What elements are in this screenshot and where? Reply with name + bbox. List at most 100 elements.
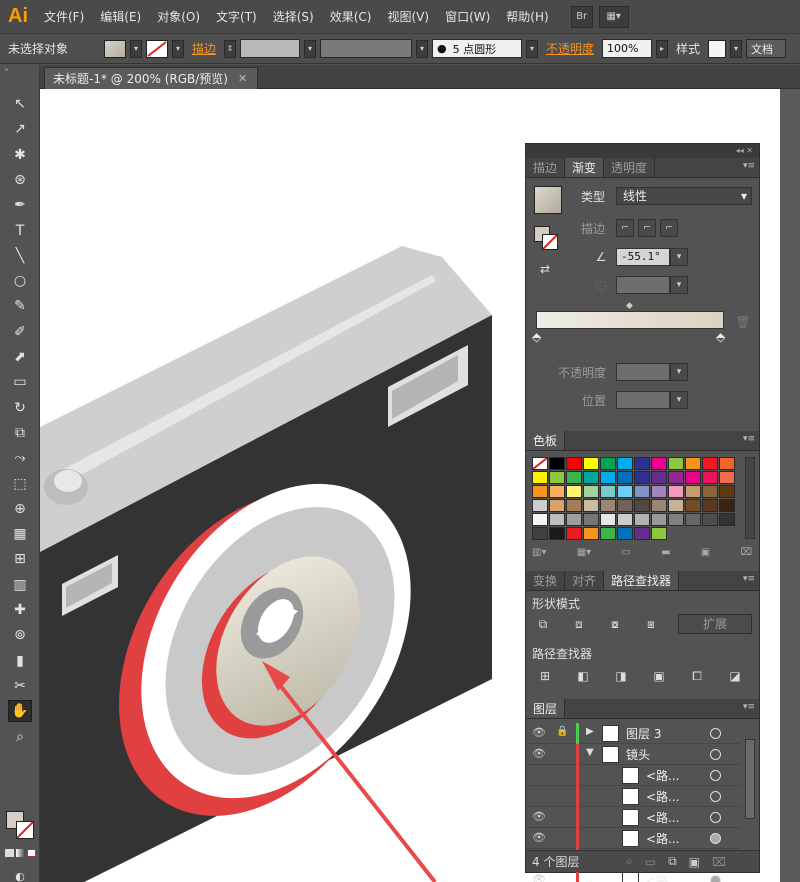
fill-swatch[interactable]	[104, 39, 126, 58]
none-mode-icon[interactable]	[27, 849, 36, 857]
canvas-vertical-scrollbar[interactable]	[780, 89, 800, 882]
unite-icon[interactable]: ⧉	[534, 615, 552, 633]
swatch-chip[interactable]	[668, 513, 684, 526]
selection-tool-icon[interactable]: ↖	[8, 93, 32, 115]
swatch-chip[interactable]	[719, 457, 735, 470]
stop-opacity-dropdown[interactable]: ▾	[670, 363, 688, 381]
swatch-chip[interactable]	[685, 513, 701, 526]
blob-brush-icon[interactable]: ⬈	[8, 346, 32, 368]
swatch-chip[interactable]	[651, 457, 667, 470]
target-icon[interactable]	[710, 875, 721, 882]
new-sublayer-icon[interactable]: ⧉	[668, 854, 677, 869]
layer-row[interactable]: <路...	[526, 786, 740, 807]
style-swatch[interactable]	[708, 39, 727, 58]
tab-transform[interactable]: 变换	[526, 571, 566, 590]
tab-layers[interactable]: 图层	[526, 699, 566, 718]
stroke-gradient-across-button[interactable]: ⌐	[660, 219, 678, 237]
swatch-chip[interactable]	[702, 499, 718, 512]
swatch-chip[interactable]	[583, 513, 599, 526]
swatch-chip[interactable]	[651, 471, 667, 484]
minus-front-icon[interactable]: ⧈	[570, 615, 588, 633]
eye-icon[interactable]: 👁	[532, 726, 546, 739]
swatch-chip[interactable]	[566, 499, 582, 512]
gradient-mode-icon[interactable]	[16, 849, 25, 857]
swatch-chip[interactable]	[668, 499, 684, 512]
chevron-right-icon[interactable]: ▶	[586, 726, 594, 737]
chevron-down-icon[interactable]: ▼	[586, 747, 594, 758]
blend-tool-icon[interactable]: ⊚	[8, 624, 32, 646]
swatch-chip[interactable]	[532, 485, 548, 498]
eye-icon[interactable]: 👁	[532, 831, 546, 844]
aspect-ratio-dropdown[interactable]: ▾	[670, 276, 688, 294]
stroke-gradient-along-button[interactable]: ⌐	[638, 219, 656, 237]
stroke-dropdown-arrow[interactable]: ▾	[172, 39, 184, 58]
swatch-chip[interactable]	[600, 513, 616, 526]
layer-row[interactable]: 👁 <路...	[526, 807, 740, 828]
merge-icon[interactable]: ◨	[612, 667, 630, 685]
stop-location-field[interactable]	[616, 391, 670, 409]
locate-object-icon[interactable]: ⌕	[626, 854, 633, 869]
gradient-midpoint-diamond[interactable]: ◆	[626, 301, 633, 311]
eyedropper-icon[interactable]: ✚	[8, 599, 32, 621]
tab-gradient[interactable]: 渐变	[565, 158, 605, 177]
tab-align[interactable]: 对齐	[565, 571, 605, 590]
swatch-chip[interactable]	[583, 499, 599, 512]
warp-tool-icon[interactable]: ⤳	[8, 447, 32, 469]
angle-dropdown[interactable]: ▾	[670, 248, 688, 266]
target-icon[interactable]	[710, 812, 721, 823]
fill-stroke-mini-widget[interactable]	[534, 226, 560, 252]
swatch-chip[interactable]	[583, 471, 599, 484]
eye-icon[interactable]: 👁	[532, 810, 546, 823]
swatch-chip[interactable]	[719, 485, 735, 498]
swatch-chip[interactable]	[668, 485, 684, 498]
swatch-chip[interactable]	[634, 457, 650, 470]
zoom-tool-icon[interactable]: ⌕	[8, 726, 32, 748]
workspace-switcher-button[interactable]: ▦▾	[598, 5, 629, 28]
menu-item[interactable]: 效果(C)	[322, 8, 380, 25]
color-mode-icon[interactable]	[5, 849, 14, 857]
stroke-weight-field[interactable]	[240, 39, 301, 58]
bridge-button[interactable]: Br	[570, 5, 593, 28]
swatch-chip[interactable]	[634, 513, 650, 526]
menu-item[interactable]: 帮助(H)	[498, 8, 556, 25]
scale-tool-icon[interactable]: ⧉	[8, 422, 32, 444]
target-icon[interactable]	[710, 749, 721, 760]
layer-row[interactable]: 👁 ▼ 镜头	[526, 744, 740, 765]
stop-opacity-field[interactable]	[616, 363, 670, 381]
swatch-chip[interactable]	[685, 471, 701, 484]
swatch-library-icon[interactable]: ▥▾	[532, 547, 546, 558]
swatch-chip[interactable]	[566, 457, 582, 470]
swatch-chip[interactable]	[549, 499, 565, 512]
swatch-chip[interactable]	[600, 499, 616, 512]
stroke-indicator-none[interactable]	[16, 821, 34, 839]
style-dropdown[interactable]: ▾	[730, 39, 743, 58]
swatch-chip[interactable]	[702, 513, 718, 526]
swatch-chip[interactable]	[532, 499, 548, 512]
swatch-chip[interactable]	[719, 513, 735, 526]
swatch-chip[interactable]	[532, 513, 548, 526]
variable-width-field[interactable]	[320, 39, 413, 58]
swatch-chip[interactable]	[532, 457, 548, 470]
stroke-label[interactable]: 描边	[188, 40, 220, 57]
gradient-type-select[interactable]: 线性 ▾	[616, 187, 752, 205]
brush-definition-field[interactable]: ● 5 点圆形	[432, 39, 523, 58]
swatch-chip[interactable]	[702, 485, 718, 498]
stroke-gradient-within-button[interactable]: ⌐	[616, 219, 634, 237]
menu-item[interactable]: 视图(V)	[379, 8, 437, 25]
new-layer-icon[interactable]: ▣	[689, 855, 700, 869]
brush-dropdown[interactable]: ▾	[526, 39, 539, 58]
swatch-chip[interactable]	[549, 513, 565, 526]
swatches-scrollbar[interactable]	[745, 457, 755, 539]
exclude-icon[interactable]: ⧆	[642, 615, 660, 633]
magic-wand-icon[interactable]: ✱	[8, 144, 32, 166]
swatch-chip[interactable]	[634, 527, 650, 540]
menu-item[interactable]: 对象(O)	[149, 8, 208, 25]
panel-title-bar[interactable]: ◂◂ ✕	[526, 144, 759, 158]
layer-row[interactable]: <路...	[526, 765, 740, 786]
swatch-chip[interactable]	[549, 485, 565, 498]
layer-row[interactable]: 👁 <路...	[526, 828, 740, 849]
swatch-chip[interactable]	[702, 471, 718, 484]
swatch-chip[interactable]	[566, 485, 582, 498]
rotate-tool-icon[interactable]: ↻	[8, 397, 32, 419]
target-icon[interactable]	[710, 728, 721, 739]
